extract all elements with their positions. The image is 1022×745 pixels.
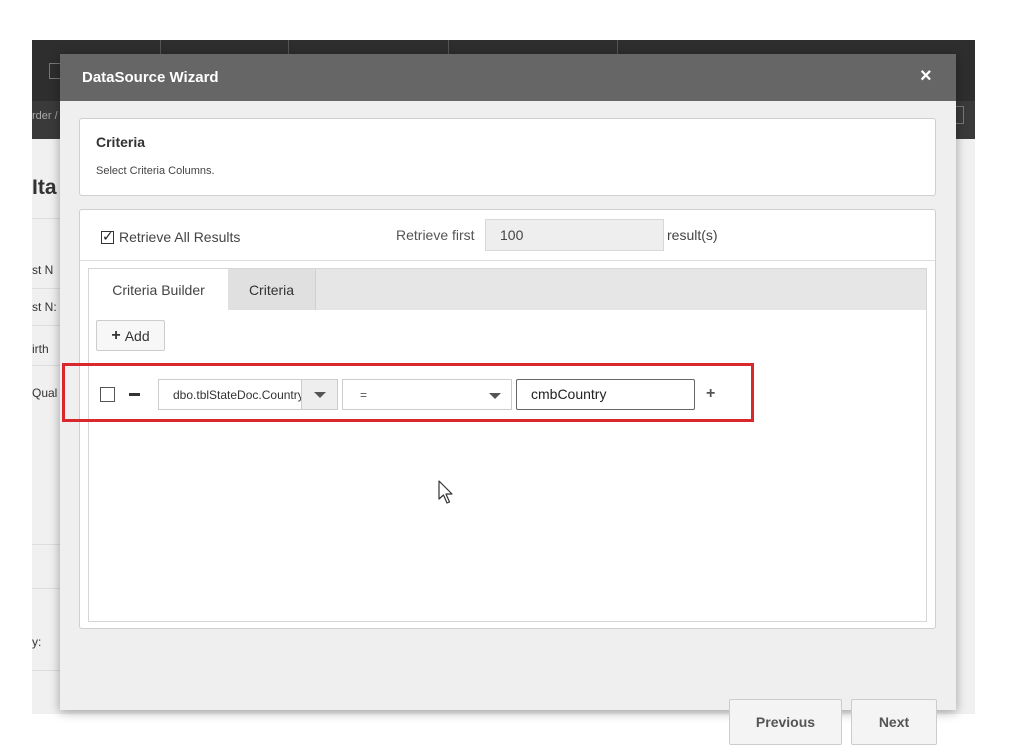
divider bbox=[80, 260, 935, 261]
background-field-label: irth bbox=[32, 342, 49, 356]
background-breadcrumb: rder / bbox=[32, 110, 58, 122]
background-divider bbox=[32, 588, 62, 589]
add-criteria-button[interactable]: + Add bbox=[96, 320, 165, 351]
next-button[interactable]: Next bbox=[851, 699, 937, 745]
tab-criteria[interactable]: Criteria bbox=[228, 269, 316, 310]
background-divider bbox=[32, 670, 62, 671]
dialog-title: DataSource Wizard bbox=[82, 69, 219, 86]
background-menu-icon bbox=[955, 106, 964, 124]
dialog-header: DataSource Wizard × bbox=[60, 54, 956, 101]
criteria-row: dbo.tblStateDoc.Country = cmbCountry + bbox=[89, 377, 749, 411]
add-button-label: Add bbox=[124, 327, 150, 344]
close-icon[interactable]: × bbox=[920, 65, 932, 88]
retrieve-all-label: Retrieve All Results bbox=[119, 229, 241, 245]
chevron-down-icon bbox=[314, 392, 326, 398]
background-tab-divider bbox=[617, 40, 618, 54]
datasource-wizard-dialog: DataSource Wizard × Criteria Select Crit… bbox=[60, 54, 956, 745]
criteria-info-panel: Criteria Select Criteria Columns. bbox=[79, 118, 936, 196]
plus-icon: + bbox=[111, 326, 121, 344]
operator-select[interactable]: = bbox=[342, 379, 512, 410]
background-tab-divider bbox=[160, 40, 161, 54]
background-tab-divider bbox=[448, 40, 449, 54]
section-subtitle: Select Criteria Columns. bbox=[96, 165, 215, 177]
operator-select-value: = bbox=[360, 388, 368, 402]
chevron-down-icon bbox=[489, 393, 501, 399]
previous-button[interactable]: Previous bbox=[729, 699, 842, 745]
background-field-label: Qual bbox=[32, 386, 58, 400]
section-title: Criteria bbox=[96, 134, 146, 150]
minus-icon[interactable] bbox=[129, 393, 140, 396]
background-heading: Ita bbox=[32, 176, 57, 199]
retrieve-count-input[interactable]: 100 bbox=[485, 219, 664, 251]
column-select-dropdown-toggle[interactable] bbox=[301, 380, 337, 409]
background-divider bbox=[32, 218, 62, 219]
checkmark-icon: ✓ bbox=[102, 227, 114, 244]
tab-bar: Criteria Builder Criteria bbox=[89, 269, 926, 310]
retrieve-all-checkbox[interactable]: ✓ bbox=[101, 227, 114, 244]
background-divider bbox=[32, 365, 62, 366]
retrieve-all-option[interactable]: ✓ Retrieve All Results bbox=[101, 227, 240, 247]
retrieve-first-label: Retrieve first bbox=[396, 227, 475, 243]
tabs-container: Criteria Builder Criteria + Add dbo.tblS… bbox=[88, 268, 927, 622]
criteria-value-input[interactable]: cmbCountry bbox=[516, 379, 695, 410]
background-field-label: st N bbox=[32, 263, 54, 277]
background-divider bbox=[32, 544, 62, 545]
criteria-row-checkbox[interactable] bbox=[100, 387, 115, 402]
tab-criteria-builder[interactable]: Criteria Builder bbox=[89, 269, 228, 310]
mouse-cursor-icon bbox=[438, 480, 453, 504]
column-select-value: dbo.tblStateDoc.Country bbox=[173, 388, 301, 402]
background-tab-divider bbox=[288, 40, 289, 54]
background-divider bbox=[32, 288, 62, 289]
results-label: result(s) bbox=[667, 227, 718, 243]
background-divider bbox=[32, 325, 62, 326]
background-field-label: y: bbox=[32, 635, 42, 649]
background-field-label: st N: bbox=[32, 300, 57, 314]
criteria-main-panel: ✓ Retrieve All Results Retrieve first 10… bbox=[79, 209, 936, 629]
plus-icon[interactable]: + bbox=[706, 385, 715, 403]
column-select[interactable]: dbo.tblStateDoc.Country bbox=[158, 379, 338, 410]
dialog-body: Criteria Select Criteria Columns. ✓ Retr… bbox=[60, 101, 956, 745]
